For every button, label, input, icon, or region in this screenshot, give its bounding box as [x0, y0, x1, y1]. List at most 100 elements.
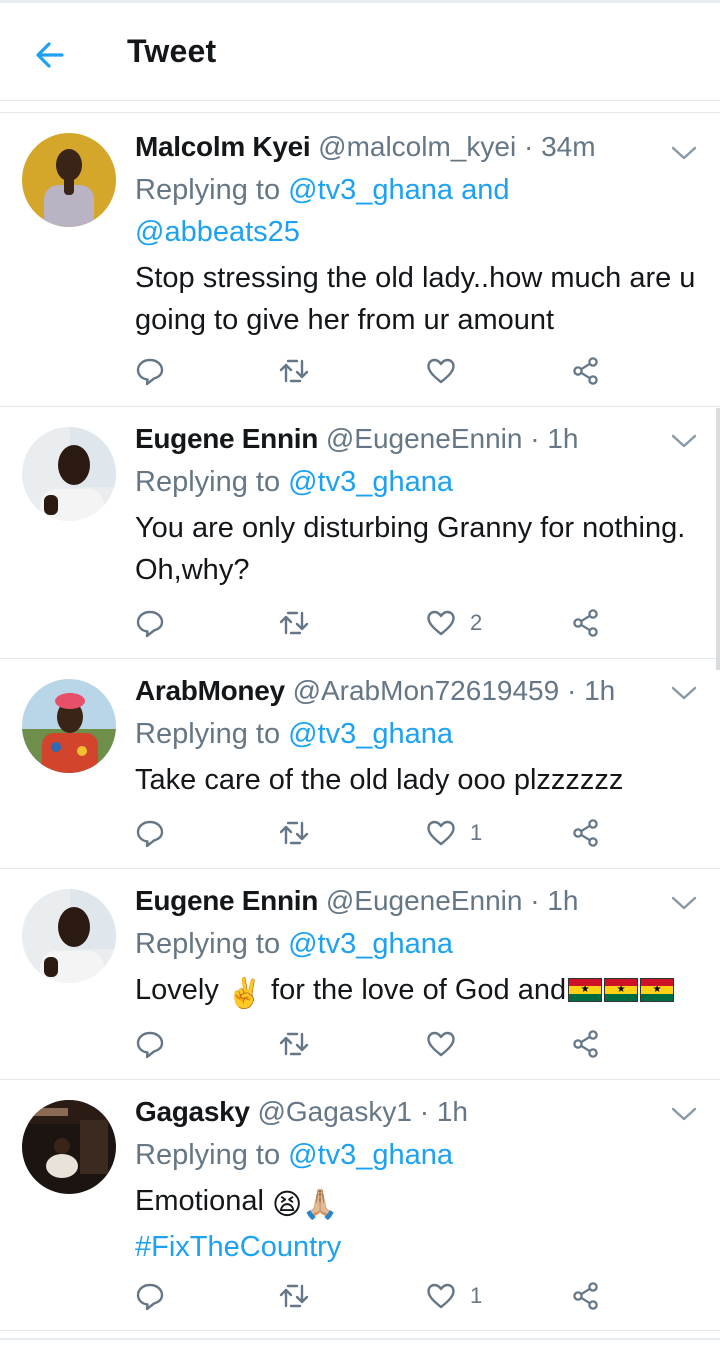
- back-button[interactable]: [30, 35, 70, 75]
- tweet-header: Eugene Ennin @EugeneEnnin · 1h: [135, 881, 700, 921]
- avatar-image: [22, 889, 116, 983]
- replying-to: Replying to @tv3_ghana and @abbeats25: [135, 169, 700, 253]
- separator-dot: ·: [522, 423, 548, 454]
- scrollbar[interactable]: [716, 408, 720, 670]
- avatar-image: [22, 1100, 116, 1194]
- like-button[interactable]: [426, 1024, 470, 1064]
- chevron-down-icon[interactable]: [670, 893, 698, 913]
- user-handle[interactable]: @EugeneEnnin: [326, 423, 523, 454]
- tweet-text: Emotional 😫🙏🏼 #FixTheCountry: [135, 1180, 700, 1268]
- mention-link[interactable]: @tv3_ghana: [288, 928, 453, 960]
- reply-button[interactable]: [135, 813, 165, 853]
- user-handle[interactable]: @EugeneEnnin: [326, 885, 523, 916]
- like-button[interactable]: 2: [426, 603, 482, 643]
- hashtag-link[interactable]: #FixTheCountry: [135, 1231, 341, 1263]
- chevron-down-icon[interactable]: [670, 683, 698, 703]
- share-button[interactable]: [571, 813, 601, 853]
- user-handle[interactable]: @Gagasky1: [257, 1096, 412, 1127]
- tweet-actions: 1: [135, 813, 605, 853]
- separator-dot: ·: [522, 885, 548, 916]
- display-name[interactable]: ArabMoney: [135, 675, 285, 706]
- retweet-button[interactable]: [279, 1276, 309, 1316]
- separator-dot: ·: [411, 1096, 437, 1127]
- like-count: 1: [470, 1283, 483, 1308]
- user-handle[interactable]: @ArabMon72619459: [293, 675, 560, 706]
- tweet-header: Gagasky @Gagasky1 · 1h: [135, 1092, 700, 1132]
- mention-link[interactable]: @tv3_ghana: [288, 174, 453, 206]
- back-arrow-icon: [36, 42, 64, 68]
- share-button[interactable]: [571, 351, 601, 391]
- tweet-item[interactable]: Eugene Ennin @EugeneEnnin · 1h Replying …: [0, 407, 720, 659]
- retweet-button[interactable]: [279, 813, 309, 853]
- mention-link[interactable]: @tv3_ghana: [288, 718, 453, 750]
- tweet-text-part: for the love of God and: [263, 974, 567, 1006]
- display-name[interactable]: Gagasky: [135, 1096, 250, 1127]
- timestamp[interactable]: 1h: [547, 423, 578, 454]
- reply-button[interactable]: [135, 351, 165, 391]
- display-name[interactable]: Malcolm Kyei: [135, 131, 311, 162]
- share-icon: [573, 1030, 598, 1058]
- like-button[interactable]: [426, 351, 470, 391]
- reply-icon: [136, 1031, 164, 1059]
- avatar[interactable]: [22, 133, 116, 227]
- share-button[interactable]: [571, 1276, 601, 1316]
- share-icon: [573, 819, 598, 847]
- timestamp[interactable]: 1h: [437, 1096, 468, 1127]
- replying-label: Replying to: [135, 718, 289, 750]
- mention-link[interactable]: @tv3_ghana: [288, 466, 453, 498]
- retweet-icon: [279, 1032, 309, 1056]
- replying-label: Replying to: [135, 1139, 289, 1171]
- mention-link[interactable]: @tv3_ghana: [288, 1139, 453, 1171]
- top-bar: Tweet: [0, 3, 720, 100]
- share-button[interactable]: [571, 603, 601, 643]
- page-title: Tweet: [127, 33, 217, 69]
- tweet-item[interactable]: ArabMoney @ArabMon72619459 · 1h Replying…: [0, 659, 720, 869]
- display-name[interactable]: Eugene Ennin: [135, 885, 318, 916]
- share-icon: [573, 609, 598, 637]
- tweet-header: Malcolm Kyei @malcolm_kyei · 34m: [135, 127, 700, 167]
- separator-dot: ·: [559, 675, 585, 706]
- bottom-divider: [0, 1338, 720, 1340]
- reply-button[interactable]: [135, 1024, 165, 1064]
- chevron-down-icon[interactable]: [670, 431, 698, 451]
- separator-dot: ·: [516, 131, 542, 162]
- replying-to: Replying to @tv3_ghana: [135, 1134, 700, 1176]
- tweet-actions: 1: [135, 1276, 605, 1316]
- mention-link[interactable]: @abbeats25: [135, 216, 300, 248]
- tweet-item[interactable]: Gagasky @Gagasky1 · 1h Replying to @tv3_…: [0, 1080, 720, 1331]
- like-button[interactable]: 1: [426, 813, 482, 853]
- avatar[interactable]: [22, 679, 116, 773]
- reply-button[interactable]: [135, 603, 165, 643]
- reply-button[interactable]: [135, 1276, 165, 1316]
- retweet-button[interactable]: [279, 351, 309, 391]
- retweet-button[interactable]: [279, 603, 309, 643]
- reply-icon: [136, 358, 164, 386]
- like-icon: [427, 358, 455, 384]
- tweet-text: Take care of the old lady ooo plzzzzzz: [135, 764, 624, 796]
- share-button[interactable]: [571, 1024, 601, 1064]
- display-name[interactable]: Eugene Ennin: [135, 423, 318, 454]
- like-button[interactable]: 1: [426, 1276, 482, 1316]
- avatar[interactable]: [22, 427, 116, 521]
- tweet-item[interactable]: Eugene Ennin @EugeneEnnin · 1h Replying …: [0, 869, 720, 1080]
- share-icon: [573, 1282, 598, 1310]
- like-count: 1: [470, 820, 483, 845]
- like-count: 2: [470, 610, 483, 635]
- timestamp[interactable]: 1h: [547, 885, 578, 916]
- tweet-item[interactable]: Malcolm Kyei @malcolm_kyei · 34m Replyin…: [0, 113, 720, 407]
- chevron-down-icon[interactable]: [670, 143, 698, 163]
- ghana-flag-emoji: ★: [568, 978, 603, 1002]
- like-icon: [427, 610, 455, 636]
- avatar[interactable]: [22, 889, 116, 983]
- bottom-divider: [0, 1330, 720, 1331]
- mention-and[interactable]: and: [453, 174, 509, 206]
- timestamp[interactable]: 34m: [541, 131, 595, 162]
- like-icon: [427, 820, 455, 846]
- user-handle[interactable]: @malcolm_kyei: [318, 131, 516, 162]
- avatar[interactable]: [22, 1100, 116, 1194]
- chevron-down-icon[interactable]: [670, 1104, 698, 1124]
- replying-to: Replying to @tv3_ghana: [135, 461, 700, 503]
- retweet-button[interactable]: [279, 1024, 309, 1064]
- retweet-icon: [279, 821, 309, 845]
- timestamp[interactable]: 1h: [584, 675, 615, 706]
